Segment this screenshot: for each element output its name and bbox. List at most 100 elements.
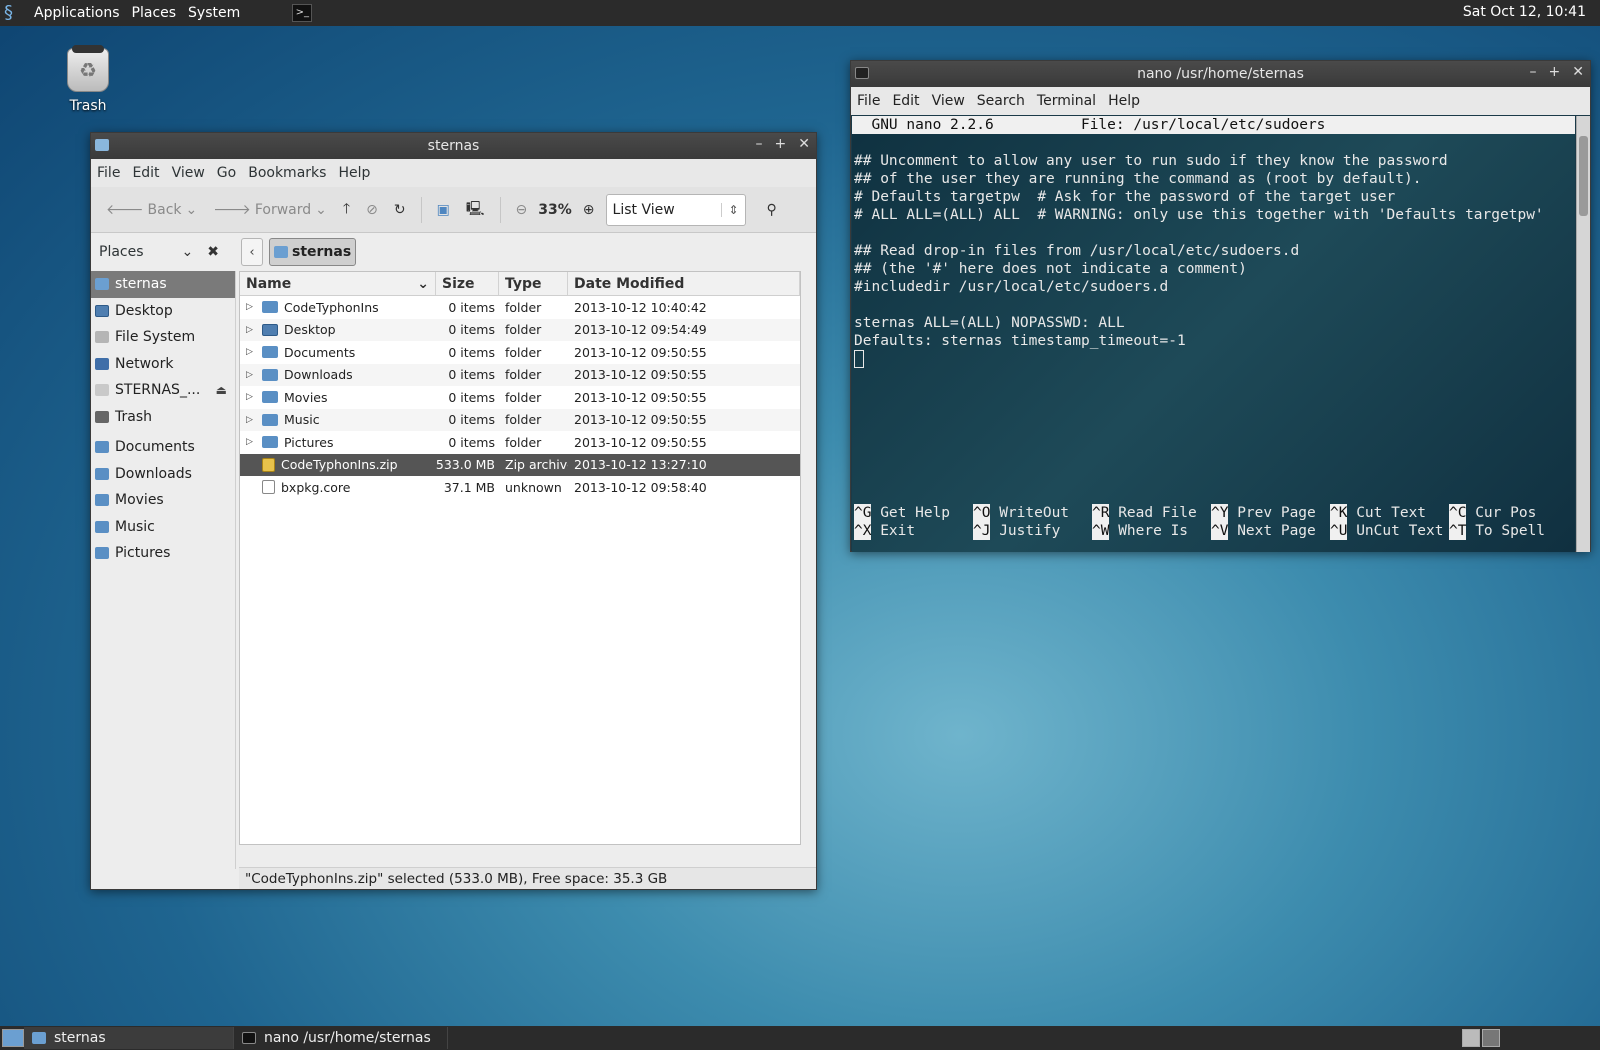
shortcut-key: ^Y — [1211, 504, 1229, 522]
column-date-modified[interactable]: Date Modified — [568, 272, 800, 295]
file-name: bxpkg.core — [281, 479, 351, 495]
maximize-icon[interactable]: + — [775, 136, 787, 152]
table-row[interactable]: ▷ Pictures 0 items folder 2013-10-12 09:50:5… — [240, 431, 800, 454]
term-menu-terminal[interactable]: Terminal — [1037, 93, 1096, 109]
expander-triangle-icon[interactable]: ▷ — [246, 370, 256, 380]
column-type[interactable]: Type — [499, 272, 568, 295]
sidebar-item-file-system[interactable]: File System — [91, 324, 235, 351]
desktop-trash[interactable]: ♻ Trash — [60, 45, 116, 114]
search-button[interactable]: ⚲ — [762, 198, 782, 222]
sidebar-item-network[interactable]: Network — [91, 351, 235, 378]
home-button[interactable]: ▣ — [432, 198, 455, 222]
nano-help-bar: ^G Get Help ^O WriteOut ^R Read File ^Y Pre… — [854, 504, 1568, 540]
close-icon[interactable]: ✕ — [798, 136, 810, 152]
show-desktop-icon[interactable] — [2, 1029, 24, 1047]
back-button[interactable]: 🡐 Back ⌄ — [101, 197, 202, 222]
zoom-in-button[interactable]: ⊕ — [578, 198, 600, 222]
chevron-down-icon[interactable]: ⌄ — [315, 202, 327, 218]
table-row[interactable]: bxpkg.core 37.1 MB unknown 2013-10-12 09:58… — [240, 476, 800, 499]
minimize-icon[interactable]: – — [756, 136, 763, 152]
computer-button[interactable]: 🖳 — [461, 194, 490, 226]
table-row[interactable]: ▷ Downloads 0 items folder 2013-10-12 09:50:… — [240, 363, 800, 386]
places-menu[interactable]: Places — [132, 5, 177, 21]
sidebar-item-music[interactable]: Music — [91, 514, 235, 541]
zoom-out-button[interactable]: ⊖ — [511, 198, 533, 222]
table-row[interactable]: ▷ Documents 0 items folder 2013-10-12 09:50:… — [240, 341, 800, 364]
applications-menu[interactable]: Applications — [34, 5, 120, 21]
places-title[interactable]: Places — [99, 244, 144, 260]
file-manager-titlebar[interactable]: sternas – + ✕ — [91, 133, 816, 159]
workspace-1[interactable] — [1462, 1029, 1480, 1047]
table-row[interactable]: ▷ CodeTyphonIns 0 items folder 2013-10-12 10… — [240, 296, 800, 319]
menu-file[interactable]: File — [97, 165, 120, 181]
term-menu-file[interactable]: File — [857, 93, 880, 109]
reload-button[interactable]: ↻ — [389, 198, 411, 222]
expander-triangle-icon[interactable]: ▷ — [246, 392, 256, 402]
term-menu-help[interactable]: Help — [1108, 93, 1140, 109]
close-icon[interactable]: ✕ — [1572, 64, 1584, 80]
distro-logo-icon[interactable]: § — [4, 2, 26, 24]
expander-triangle-icon[interactable]: ▷ — [246, 302, 256, 312]
view-mode-select[interactable]: List View ⇕ — [605, 193, 746, 226]
menu-help[interactable]: Help — [338, 165, 370, 181]
terminal-window-icon[interactable] — [855, 67, 869, 79]
nano-line: ## Uncomment to allow any user to run su… — [854, 153, 1448, 169]
task-terminal[interactable]: nano /usr/home/sternas — [234, 1027, 448, 1049]
sidebar-item-movies[interactable]: Movies — [91, 487, 235, 514]
table-row[interactable]: ▷ Music 0 items folder 2013-10-12 09:50:55 — [240, 408, 800, 431]
shortcut-key: ^G — [854, 504, 872, 522]
sidebar-item-pictures[interactable]: Pictures — [91, 540, 235, 567]
term-menu-search[interactable]: Search — [977, 93, 1025, 109]
sidebar-item-desktop[interactable]: Desktop — [91, 298, 235, 325]
term-menu-view[interactable]: View — [932, 93, 965, 109]
up-button[interactable]: 🡑 — [338, 194, 355, 226]
expander-triangle-icon[interactable]: ▷ — [246, 325, 256, 335]
eject-icon[interactable]: ⏏ — [216, 383, 227, 397]
forward-button[interactable]: 🡒 Forward ⌄ — [208, 197, 332, 222]
expander-triangle-icon[interactable]: ▷ — [246, 347, 256, 357]
chevron-down-icon[interactable]: ⌄ — [182, 244, 194, 260]
sidebar-item-sternas[interactable]: sternas — [91, 271, 235, 298]
table-row[interactable]: ▷ Desktop 0 items folder 2013-10-12 09:54:49 — [240, 318, 800, 341]
sidebar-item-documents[interactable]: Documents — [91, 434, 235, 461]
close-sidebar-icon[interactable]: ✖ — [207, 244, 219, 260]
chevron-down-icon[interactable]: ⌄ — [186, 202, 198, 218]
file-size: 0 items — [448, 434, 495, 450]
path-back-button[interactable]: ‹ — [241, 238, 263, 266]
terminal-scrollbar[interactable] — [1576, 116, 1590, 552]
scrollbar-thumb[interactable] — [1579, 136, 1588, 216]
sidebar-item-trash[interactable]: Trash — [91, 404, 235, 431]
column-name[interactable]: Name ⌄ — [240, 272, 436, 295]
file-name-cell: ▷ Documents — [240, 345, 436, 360]
task-file-manager[interactable]: sternas — [24, 1027, 234, 1049]
workspace-2[interactable] — [1482, 1029, 1500, 1047]
sidebar-item-sternas-[interactable]: STERNAS_... ⏏ — [91, 377, 235, 404]
stop-button[interactable]: ⊘ — [361, 198, 383, 222]
computer-icon: 🖳 — [465, 200, 485, 217]
nano-buffer[interactable]: ## Uncomment to allow any user to run su… — [852, 134, 1575, 350]
shortcut-label: WriteOut — [990, 505, 1070, 521]
table-row[interactable]: CodeTyphonIns.zip 533.0 MB Zip archive 2013… — [240, 453, 800, 476]
expander-triangle-icon[interactable]: ▷ — [246, 415, 256, 425]
minimize-icon[interactable]: – — [1530, 64, 1537, 80]
system-menu[interactable]: System — [188, 5, 240, 21]
terminal-screen[interactable]: GNU nano 2.2.6 File: /usr/local/etc/sudo… — [852, 116, 1575, 552]
nano-shortcut: ^U UnCut Text — [1330, 522, 1449, 540]
table-row[interactable]: ▷ Movies 0 items folder 2013-10-12 09:50:55 — [240, 386, 800, 409]
clock[interactable]: Sat Oct 12, 10:41 — [1463, 4, 1586, 20]
maximize-icon[interactable]: + — [1549, 64, 1561, 80]
shortcut-key: ^K — [1330, 504, 1348, 522]
breadcrumb[interactable]: sternas — [269, 238, 357, 266]
file-name: Music — [284, 412, 320, 428]
menu-view[interactable]: View — [172, 165, 205, 181]
menu-edit[interactable]: Edit — [132, 165, 159, 181]
menu-bookmarks[interactable]: Bookmarks — [248, 165, 326, 181]
terminal-launcher-icon[interactable]: >_ — [292, 4, 313, 22]
expander-triangle-icon[interactable]: ▷ — [246, 437, 256, 447]
term-menu-edit[interactable]: Edit — [892, 93, 919, 109]
sidebar-item-downloads[interactable]: Downloads — [91, 461, 235, 488]
terminal-titlebar[interactable]: nano /usr/home/sternas – + ✕ — [851, 61, 1590, 87]
column-size[interactable]: Size — [436, 272, 499, 295]
window-menu-icon[interactable] — [95, 139, 109, 151]
menu-go[interactable]: Go — [217, 165, 236, 181]
